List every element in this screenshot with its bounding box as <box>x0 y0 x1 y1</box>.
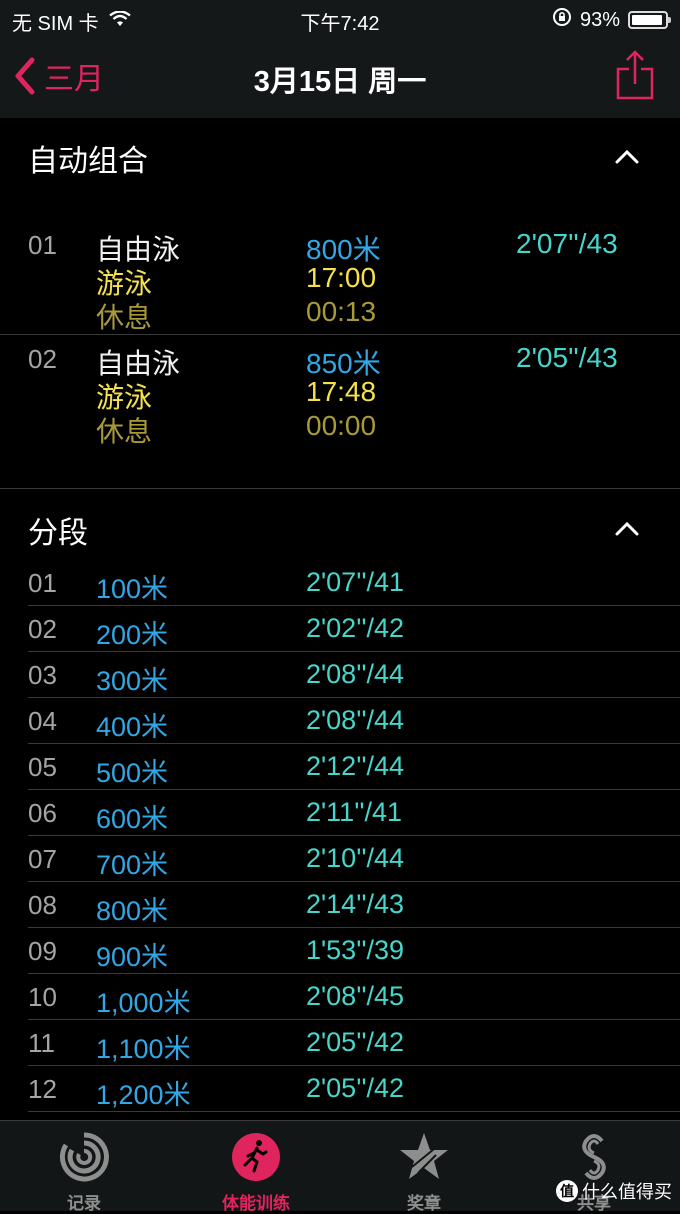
sharing-icon <box>568 1131 620 1183</box>
split-row: 06 600米 2'11''/41 <box>0 790 680 836</box>
rest-time: 00:00 <box>306 410 377 441</box>
divider <box>28 1111 680 1112</box>
chevron-up-icon <box>615 521 639 536</box>
split-pace: 2'05''/42 <box>306 1027 405 1057</box>
split-distance: 900米 <box>96 942 169 972</box>
battery-percent: 93% <box>579 8 620 31</box>
tab-label: 记录 <box>67 1194 101 1213</box>
splits-header: 分段 <box>28 517 88 550</box>
split-row: 04 400米 2'08''/44 <box>0 698 680 744</box>
split-pace: 2'11''/41 <box>306 797 403 827</box>
split-distance: 800米 <box>96 896 169 926</box>
split-distance: 300米 <box>96 666 169 696</box>
split-distance: 500米 <box>96 758 169 788</box>
navigation-bar: 三月 3月15日 周一 <box>0 38 680 118</box>
split-row: 05 500米 2'12''/44 <box>0 744 680 790</box>
tab-awards[interactable]: 奖章 <box>364 1131 484 1214</box>
split-row: 09 900米 1'53''/39 <box>0 928 680 974</box>
split-number: 11 <box>28 1028 55 1058</box>
watermark-badge: 值 <box>556 1180 578 1202</box>
split-row: 11 1,100米 2'05''/42 <box>0 1020 680 1066</box>
split-pace: 2'02''/42 <box>306 613 405 643</box>
split-pace: 2'12''/44 <box>306 751 405 781</box>
split-pace: 2'08''/44 <box>306 659 405 689</box>
split-pace: 2'14''/43 <box>306 889 405 919</box>
split-number: 05 <box>28 752 57 782</box>
split-number: 12 <box>28 1074 57 1104</box>
split-number: 03 <box>28 660 57 690</box>
status-bar: 无 SIM 卡 下午7:42 93% <box>0 0 680 38</box>
chevron-up-icon <box>615 149 639 164</box>
rotation-lock-icon <box>552 7 572 33</box>
split-number: 06 <box>28 798 57 828</box>
split-distance: 100米 <box>96 574 169 604</box>
split-distance: 1,200米 <box>96 1080 191 1110</box>
tab-label: 体能训练 <box>222 1194 290 1213</box>
tab-label: 奖章 <box>407 1194 441 1213</box>
auto-sets-header: 自动组合 <box>28 145 148 178</box>
split-distance: 1,000米 <box>96 988 191 1018</box>
set-number: 01 <box>28 230 57 260</box>
split-distance: 400米 <box>96 712 169 742</box>
split-number: 09 <box>28 936 57 966</box>
swim-time: 17:00 <box>306 262 377 293</box>
split-number: 07 <box>28 844 57 874</box>
divider <box>0 488 680 489</box>
split-row: 07 700米 2'10''/44 <box>0 836 680 882</box>
auto-sets-collapse-button[interactable] <box>614 148 640 169</box>
splits-collapse-button[interactable] <box>614 520 640 541</box>
back-label: 三月 <box>44 63 104 96</box>
split-row: 01 100米 2'07''/41 <box>0 560 680 606</box>
rest-label: 休息 <box>96 416 153 447</box>
set-pace: 2'07''/43 <box>516 228 618 259</box>
swim-time: 17:48 <box>306 376 377 407</box>
history-rings-icon <box>58 1131 110 1183</box>
split-number: 08 <box>28 890 57 920</box>
watermark: 值 什么值得买 <box>556 1178 672 1204</box>
split-number: 04 <box>28 706 57 736</box>
split-distance: 600米 <box>96 804 169 834</box>
battery-icon <box>628 11 671 29</box>
divider <box>0 334 680 335</box>
split-distance: 700米 <box>96 850 169 880</box>
split-pace: 2'07''/41 <box>306 567 405 597</box>
share-button[interactable] <box>616 50 654 105</box>
split-pace: 1'53''/39 <box>306 935 405 965</box>
split-distance: 200米 <box>96 620 169 650</box>
split-distance: 1,100米 <box>96 1034 191 1064</box>
split-pace: 2'10''/44 <box>306 843 405 873</box>
split-row: 12 1,200米 2'05''/42 <box>0 1066 680 1112</box>
back-button[interactable]: 三月 <box>14 54 104 98</box>
split-row: 10 1,000米 2'08''/45 <box>0 974 680 1020</box>
split-pace: 2'08''/44 <box>306 705 405 735</box>
split-row: 03 300米 2'08''/44 <box>0 652 680 698</box>
rest-time: 00:13 <box>306 296 377 327</box>
split-pace: 2'08''/45 <box>306 981 405 1011</box>
watermark-text: 什么值得买 <box>582 1182 672 1202</box>
rest-label: 休息 <box>96 302 153 333</box>
share-icon <box>616 50 654 100</box>
awards-star-icon <box>398 1131 450 1183</box>
split-row: 08 800米 2'14''/43 <box>0 882 680 928</box>
workout-runner-icon <box>230 1131 282 1183</box>
tab-workouts[interactable]: 体能训练 <box>196 1131 316 1214</box>
set-number: 02 <box>28 344 57 374</box>
split-pace: 2'05''/42 <box>306 1073 405 1103</box>
chevron-left-icon <box>15 57 35 95</box>
split-row: 02 200米 2'02''/42 <box>0 606 680 652</box>
tab-history[interactable]: 记录 <box>24 1131 144 1214</box>
split-number: 01 <box>28 568 57 598</box>
split-number: 02 <box>28 614 57 644</box>
split-number: 10 <box>28 982 57 1012</box>
set-pace: 2'05''/43 <box>516 342 618 373</box>
